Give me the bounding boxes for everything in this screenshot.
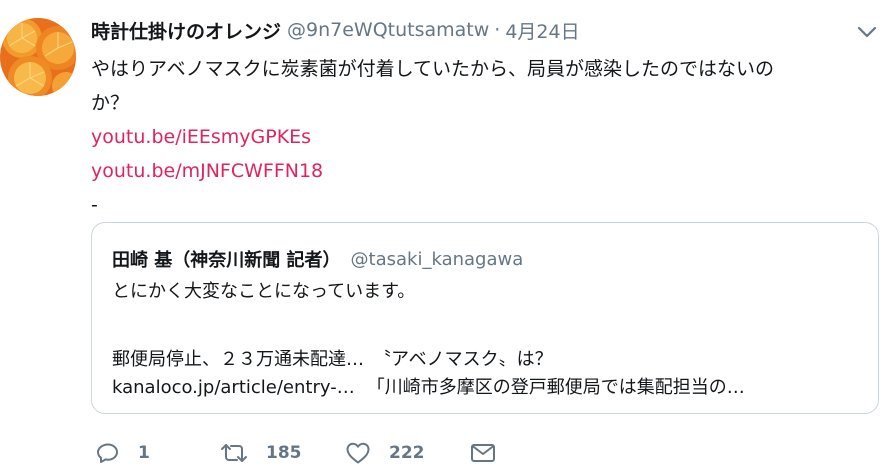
direct-message-button[interactable]: [470, 437, 496, 469]
chevron-down-icon[interactable]: [857, 24, 877, 38]
link-card-title: 郵便局停止、２３万通未配達… 〝アベノマスク〟は？: [112, 349, 553, 370]
like-button[interactable]: 222: [345, 437, 425, 469]
quoted-display-name: 田崎 基（神奈川新聞 記者）: [112, 250, 341, 271]
tweet[interactable]: 時計仕掛けのオレンジ @9n7eWQtutsamatw · 4月24日 やはりア…: [0, 0, 891, 473]
user-handle[interactable]: @9n7eWQtutsamatw: [287, 19, 489, 41]
reply-icon: [97, 443, 118, 463]
tweet-link[interactable]: youtu.be/mJNFCWFFN18: [91, 160, 323, 182]
tweet-link[interactable]: youtu.be/iEEsmyGPKEs: [91, 126, 311, 148]
tweet-text-line: やはりアベノマスクに炭素菌が付着していたから、局員が感染したのではないの: [91, 58, 775, 80]
envelope-icon: [471, 444, 495, 462]
quoted-tweet-header: 田崎 基（神奈川新聞 記者） @tasaki_kanagawa: [112, 245, 523, 273]
tweet-actions: 1 185 222: [96, 437, 516, 469]
retweet-button[interactable]: 185: [220, 437, 302, 469]
link-card-info: kanaloco.jp/article/entry-… 「川崎市多摩区の登戸郵便局…: [112, 373, 745, 399]
tweet-text-tail: -: [91, 194, 98, 216]
tweet-text-line: か？: [91, 92, 130, 114]
tweet-date[interactable]: 4月24日: [505, 17, 579, 44]
like-count: 222: [389, 443, 425, 463]
link-card-url: kanaloco.jp/article/entry-…: [112, 377, 355, 398]
orange-avatar-image: [0, 18, 76, 96]
link-card-description: 「川崎市多摩区の登戸郵便局では集配担当の…: [366, 377, 745, 398]
retweet-count: 185: [266, 443, 302, 463]
quoted-tweet[interactable]: 田崎 基（神奈川新聞 記者） @tasaki_kanagawa とにかく大変なこ…: [91, 222, 879, 414]
reply-count: 1: [138, 443, 150, 463]
separator-dot: ·: [494, 19, 501, 41]
quoted-user-handle: @tasaki_kanagawa: [350, 248, 524, 270]
display-name[interactable]: 時計仕掛けのオレンジ: [91, 17, 281, 44]
tweet-text: やはりアベノマスクに炭素菌が付着していたから、局員が感染したのではないの か？ …: [91, 52, 881, 222]
tweet-header: 時計仕掛けのオレンジ @9n7eWQtutsamatw · 4月24日: [91, 16, 580, 44]
heart-icon: [346, 442, 370, 464]
reply-button[interactable]: 1: [96, 437, 150, 469]
quoted-tweet-text: とにかく大変なことになっています。: [112, 281, 416, 302]
retweet-icon: [221, 444, 247, 462]
avatar[interactable]: [0, 18, 76, 96]
